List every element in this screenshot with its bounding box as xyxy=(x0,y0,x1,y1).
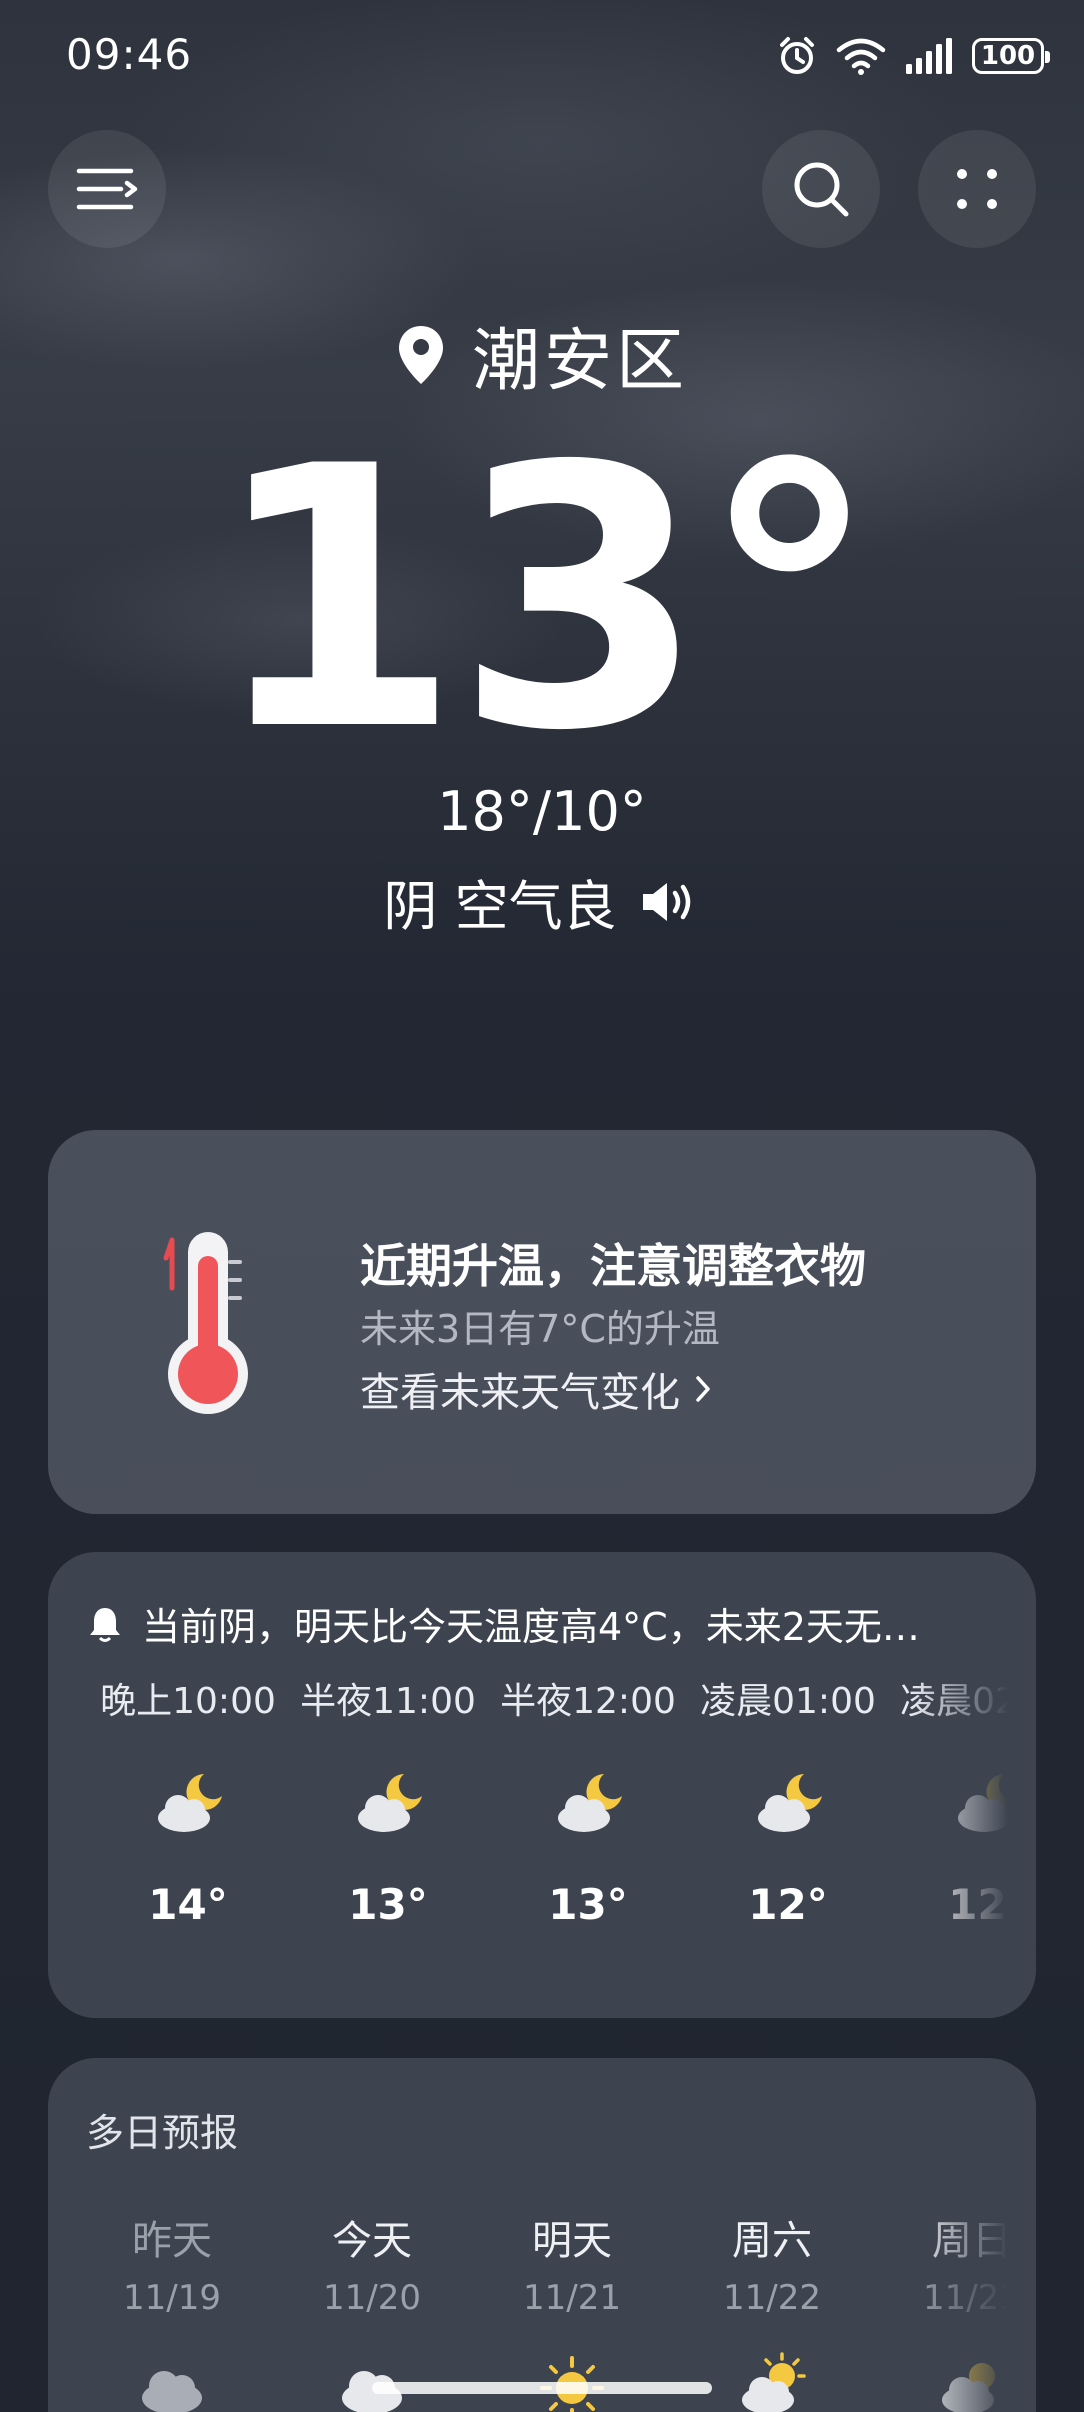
hour-time: 凌晨01:00 xyxy=(700,1681,876,1722)
bell-icon xyxy=(90,1607,120,1642)
night-cloudy-icon xyxy=(358,1774,422,1832)
battery-icon: 100 xyxy=(972,38,1050,74)
partly-cloudy-icon xyxy=(942,2363,995,2412)
more-button[interactable] xyxy=(918,130,1036,248)
hour-item: 半夜11:00 13° xyxy=(288,1672,488,1929)
night-cloudy-icon xyxy=(958,1774,1008,1832)
hour-temperature: 12° xyxy=(748,1880,828,1929)
cloudy-icon xyxy=(342,2371,402,2412)
daily-forecast-card[interactable]: 多日预报 昨天 11/19 今天 11/20 明天 11/21 周六 11/22… xyxy=(48,2058,1036,2412)
day-item: 周日 11/23 xyxy=(872,2208,1008,2412)
hourly-list[interactable]: 晚上10:00 14° 半夜11:00 13° 半夜12:00 13° 凌晨01… xyxy=(48,1672,1008,2002)
menu-button[interactable] xyxy=(48,130,166,248)
menu-icon xyxy=(76,168,138,210)
day-item: 昨天 11/19 xyxy=(72,2208,272,2412)
night-cloudy-icon xyxy=(158,1774,222,1832)
status-time: 09:46 xyxy=(66,30,193,79)
hour-temperature: 14° xyxy=(148,1880,228,1929)
hour-item: 晚上10:00 14° xyxy=(88,1672,288,1929)
current-temperature: 13° xyxy=(210,390,880,809)
location-pin-icon xyxy=(398,325,443,384)
hour-item: 凌晨01:00 12° xyxy=(688,1672,888,1929)
hour-item: 凌晨02:00 12° xyxy=(888,1672,1008,1929)
future-weather-link[interactable]: 查看未来天气变化 xyxy=(360,1360,712,1418)
search-button[interactable] xyxy=(762,130,880,248)
day-name: 明天 xyxy=(532,2218,612,2264)
temperature-alert-card[interactable]: 近期升温，注意调整衣物 未来3日有7°C的升温 查看未来天气变化 xyxy=(48,1130,1036,1514)
hourly-summary-text: 当前阴，明天比今天温度高4°C，未来2天无… xyxy=(142,1605,920,1649)
hour-time: 凌晨02:00 xyxy=(900,1681,1008,1722)
day-name: 周日 xyxy=(932,2218,1008,2264)
signal-icon xyxy=(906,38,952,74)
condition-row: 阴 空气良 xyxy=(0,862,1084,941)
day-date: 11/21 xyxy=(523,2278,621,2318)
day-date: 11/23 xyxy=(923,2278,1008,2318)
daily-forecast-title: 多日预报 xyxy=(86,2111,239,2155)
search-icon xyxy=(794,162,849,217)
hour-item: 半夜12:00 13° xyxy=(488,1672,688,1929)
thermometer-icon xyxy=(163,1232,248,1414)
hour-temperature: 12° xyxy=(948,1880,1008,1929)
alarm-icon xyxy=(780,37,814,74)
status-bar: 09:46 100 xyxy=(0,0,1084,110)
day-date: 11/19 xyxy=(123,2278,221,2318)
battery-level: 100 xyxy=(980,41,1036,71)
hour-time: 晚上10:00 xyxy=(100,1681,276,1722)
day-name: 周六 xyxy=(732,2218,812,2264)
status-icons: 100 xyxy=(776,34,1050,78)
hour-time: 半夜12:00 xyxy=(500,1681,676,1722)
day-name: 昨天 xyxy=(132,2218,212,2264)
home-indicator[interactable] xyxy=(372,2382,712,2394)
grid-dots-icon xyxy=(957,169,997,209)
chevron-right-icon xyxy=(696,1376,710,1402)
speaker-icon[interactable] xyxy=(639,879,701,925)
day-name: 今天 xyxy=(332,2218,412,2264)
alert-title: 近期升温，注意调整衣物 xyxy=(360,1239,866,1293)
high-low-temperature: 18°/10° xyxy=(437,780,647,843)
alert-subtitle: 未来3日有7°C的升温 xyxy=(360,1307,720,1351)
future-weather-link-label: 查看未来天气变化 xyxy=(360,1370,680,1416)
partly-cloudy-icon xyxy=(742,2352,806,2412)
weather-screen: 09:46 100 潮安区 13° 18°/10° 阴 空气良 近期升温，注意调… xyxy=(0,0,1084,2412)
hour-time: 半夜11:00 xyxy=(300,1681,476,1722)
day-date: 11/22 xyxy=(723,2278,821,2318)
hourly-summary: 当前阴，明天比今天温度高4°C，未来2天无… xyxy=(88,1596,1008,1651)
condition-text: 阴 空气良 xyxy=(383,875,617,938)
wifi-icon xyxy=(836,38,886,75)
hourly-forecast-card[interactable]: 当前阴，明天比今天温度高4°C，未来2天无… 晚上10:00 14° 半夜11:… xyxy=(48,1552,1036,2018)
hour-temperature: 13° xyxy=(348,1880,428,1929)
cloudy-icon xyxy=(142,2371,202,2412)
night-cloudy-icon xyxy=(758,1774,822,1832)
night-cloudy-icon xyxy=(558,1774,622,1832)
hour-temperature: 13° xyxy=(548,1880,628,1929)
sunny-icon xyxy=(540,2356,604,2412)
day-date: 11/20 xyxy=(323,2278,421,2318)
